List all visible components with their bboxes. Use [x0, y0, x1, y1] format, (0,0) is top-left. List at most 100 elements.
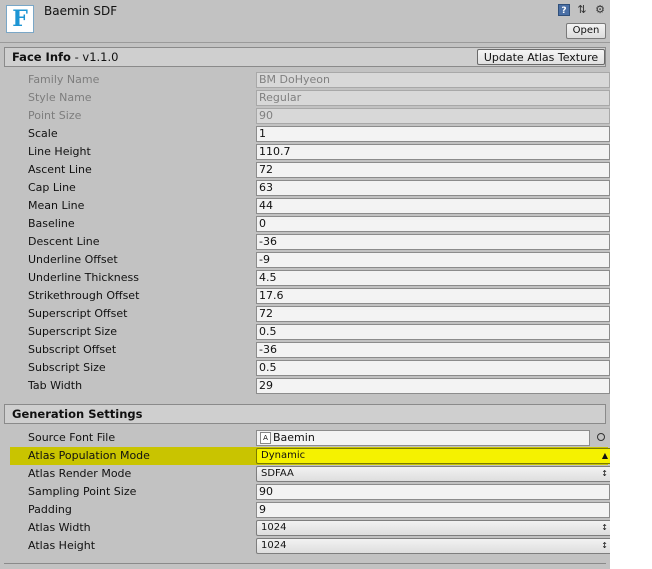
generation-settings-title: Generation Settings: [12, 407, 143, 421]
face-info-version: - v1.1.0: [70, 50, 119, 64]
row-underline-thickness: Underline Thickness 4.5: [0, 269, 610, 287]
source-font-file-label: Source Font File: [28, 431, 116, 444]
font-file-icon: A: [260, 432, 271, 444]
row-superscript-offset: Superscript Offset 72: [0, 305, 610, 323]
superscript-offset-field[interactable]: 72: [256, 306, 610, 322]
row-line-height: Line Height 110.7: [0, 143, 610, 161]
open-button[interactable]: Open: [566, 23, 606, 39]
face-info-title-text: Face Info: [12, 50, 71, 64]
subscript-size-label: Subscript Size: [28, 361, 106, 374]
row-sampling-point-size: Sampling Point Size 90: [0, 483, 610, 501]
padding-field[interactable]: 9: [256, 502, 610, 518]
inspector-header: F Baemin SDF ? ⇅ ⚙ Open: [0, 0, 610, 43]
row-tab-width: Tab Width 29: [0, 377, 610, 395]
ascent-line-field[interactable]: 72: [256, 162, 610, 178]
cap-line-label: Cap Line: [28, 181, 76, 194]
atlas-height-value: 1024: [261, 540, 287, 551]
row-subscript-size: Subscript Size 0.5: [0, 359, 610, 377]
row-underline-offset: Underline Offset -9: [0, 251, 610, 269]
subscript-offset-label: Subscript Offset: [28, 343, 117, 356]
family-name-field: BM DoHyeon: [256, 72, 610, 88]
family-name-label: Family Name: [28, 73, 100, 86]
preset-icon[interactable]: ⇅: [576, 4, 588, 16]
dropdown-arrow-icon: ↕: [601, 469, 608, 478]
next-section-divider: [4, 563, 606, 564]
descent-line-field[interactable]: -36: [256, 234, 610, 250]
underline-offset-field[interactable]: -9: [256, 252, 610, 268]
descent-line-label: Descent Line: [28, 235, 100, 248]
dropdown-arrow-icon: ↕: [601, 541, 608, 550]
row-scale: Scale 1: [0, 125, 610, 143]
row-family-name: Family Name BM DoHyeon: [0, 71, 610, 89]
row-style-name: Style Name Regular: [0, 89, 610, 107]
style-name-label: Style Name: [28, 91, 92, 104]
atlas-width-value: 1024: [261, 522, 287, 533]
row-descent-line: Descent Line -36: [0, 233, 610, 251]
line-height-label: Line Height: [28, 145, 91, 158]
row-atlas-height: Atlas Height 1024 ↕: [0, 537, 610, 555]
row-baseline: Baseline 0: [0, 215, 610, 233]
point-size-label: Point Size: [28, 109, 82, 122]
tab-width-field[interactable]: 29: [256, 378, 610, 394]
atlas-width-label: Atlas Width: [28, 521, 91, 534]
atlas-population-mode-dropdown[interactable]: Dynamic ▲︎: [256, 448, 610, 464]
underline-thickness-label: Underline Thickness: [28, 271, 140, 284]
gear-icon[interactable]: ⚙: [594, 4, 606, 16]
scale-field[interactable]: 1: [256, 126, 610, 142]
sampling-point-size-field[interactable]: 90: [256, 484, 610, 500]
baseline-label: Baseline: [28, 217, 75, 230]
baseline-field[interactable]: 0: [256, 216, 610, 232]
row-source-font-file: Source Font File A Baemin: [0, 429, 610, 447]
atlas-render-mode-dropdown[interactable]: SDFAA ↕: [256, 466, 610, 482]
underline-offset-label: Underline Offset: [28, 253, 118, 266]
atlas-height-dropdown[interactable]: 1024 ↕: [256, 538, 610, 554]
help-icon[interactable]: ?: [558, 4, 570, 16]
sampling-point-size-label: Sampling Point Size: [28, 485, 137, 498]
superscript-offset-label: Superscript Offset: [28, 307, 128, 320]
row-cap-line: Cap Line 63: [0, 179, 610, 197]
update-atlas-texture-button[interactable]: Update Atlas Texture: [477, 49, 605, 65]
object-picker-icon[interactable]: [597, 433, 605, 441]
asset-title: Baemin SDF: [44, 4, 118, 18]
point-size-field: 90: [256, 108, 610, 124]
superscript-size-field[interactable]: 0.5: [256, 324, 610, 340]
row-superscript-size: Superscript Size 0.5: [0, 323, 610, 341]
superscript-size-label: Superscript Size: [28, 325, 117, 338]
row-atlas-width: Atlas Width 1024 ↕: [0, 519, 610, 537]
subscript-size-field[interactable]: 0.5: [256, 360, 610, 376]
scale-label: Scale: [28, 127, 58, 140]
underline-thickness-field[interactable]: 4.5: [256, 270, 610, 286]
mean-line-field[interactable]: 44: [256, 198, 610, 214]
atlas-population-mode-label: Atlas Population Mode: [28, 449, 150, 462]
inspector-panel: F Baemin SDF ? ⇅ ⚙ Open Face Info - v1.1…: [0, 0, 610, 569]
atlas-height-label: Atlas Height: [28, 539, 96, 552]
cap-line-field[interactable]: 63: [256, 180, 610, 196]
row-mean-line: Mean Line 44: [0, 197, 610, 215]
row-atlas-population-mode: Atlas Population Mode Dynamic ▲︎: [10, 447, 610, 465]
ascent-line-label: Ascent Line: [28, 163, 92, 176]
row-strikethrough-offset: Strikethrough Offset 17.6: [0, 287, 610, 305]
strikethrough-offset-label: Strikethrough Offset: [28, 289, 140, 302]
atlas-render-mode-label: Atlas Render Mode: [28, 467, 132, 480]
atlas-width-dropdown[interactable]: 1024 ↕: [256, 520, 610, 536]
font-asset-icon-letter: F: [12, 6, 28, 32]
row-padding: Padding 9: [0, 501, 610, 519]
strikethrough-offset-field[interactable]: 17.6: [256, 288, 610, 304]
atlas-render-mode-value: SDFAA: [261, 468, 294, 479]
dropdown-arrow-icon: ▲︎: [601, 451, 608, 460]
line-height-field[interactable]: 110.7: [256, 144, 610, 160]
dropdown-arrow-icon: ↕: [601, 523, 608, 532]
face-info-header[interactable]: Face Info - v1.1.0 Update Atlas Texture: [4, 47, 606, 67]
subscript-offset-field[interactable]: -36: [256, 342, 610, 358]
padding-label: Padding: [28, 503, 72, 516]
row-atlas-render-mode: Atlas Render Mode SDFAA ↕: [0, 465, 610, 483]
mean-line-label: Mean Line: [28, 199, 85, 212]
tab-width-label: Tab Width: [28, 379, 83, 392]
source-font-file-field[interactable]: A Baemin: [256, 430, 590, 446]
style-name-field: Regular: [256, 90, 610, 106]
font-asset-icon: F: [6, 5, 34, 33]
generation-settings-header[interactable]: Generation Settings: [4, 404, 606, 424]
atlas-population-mode-value: Dynamic: [261, 450, 306, 461]
face-info-title: Face Info - v1.1.0: [12, 50, 118, 64]
row-ascent-line: Ascent Line 72: [0, 161, 610, 179]
